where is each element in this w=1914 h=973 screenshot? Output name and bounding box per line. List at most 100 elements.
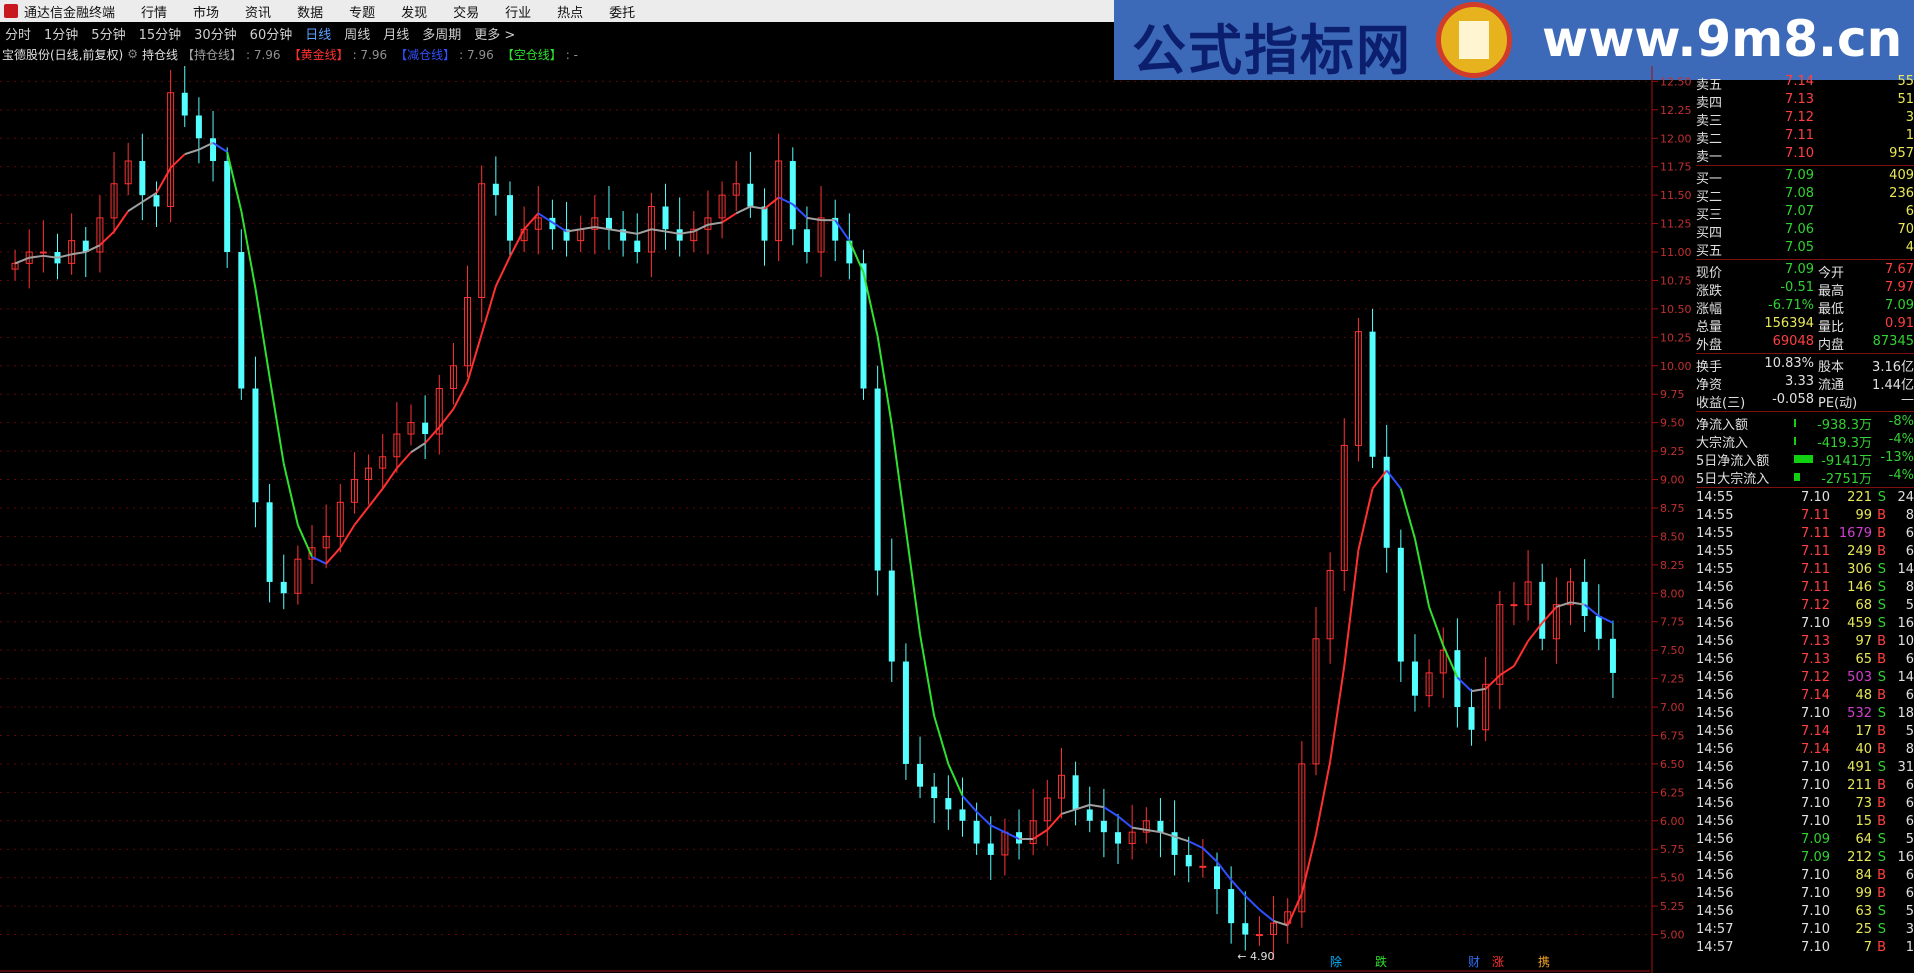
tick-side: B — [1877, 796, 1886, 811]
menu-item-4[interactable]: 专题 — [349, 2, 375, 21]
candle-body — [280, 581, 287, 594]
tick-row[interactable]: 14:56 7.10 532 S 18 — [1696, 706, 1914, 724]
menu-item-0[interactable]: 行情 — [141, 2, 167, 21]
tick-row[interactable]: 14:56 7.10 73 B 6 — [1696, 796, 1914, 814]
tick-count: 18 — [1897, 706, 1914, 721]
tick-row[interactable]: 14:56 7.13 65 B 6 — [1696, 652, 1914, 670]
tick-row[interactable]: 14:56 7.09 64 S 5 — [1696, 832, 1914, 850]
flow-row[interactable]: 大宗流入 -419.3万 -4% — [1696, 432, 1914, 451]
tick-count: 6 — [1905, 796, 1914, 811]
menu-item-5[interactable]: 发现 — [401, 2, 427, 21]
quote-row[interactable]: 总量 156394 量比 0.91 — [1696, 316, 1914, 335]
ask-row[interactable]: 卖四 7.13 51 — [1696, 92, 1914, 111]
bid-row[interactable]: 买二 7.08 236 — [1696, 186, 1914, 205]
tick-row[interactable]: 14:55 7.11 99 B 8 — [1696, 508, 1914, 526]
tick-row[interactable]: 14:56 7.10 15 B 6 — [1696, 814, 1914, 832]
quote-row[interactable]: 外盘 69048 内盘 87345 — [1696, 334, 1914, 353]
ask-row[interactable]: 卖一 7.10 957 — [1696, 146, 1914, 165]
event-marker[interactable]: 携 — [1538, 954, 1550, 969]
menu-item-9[interactable]: 委托 — [609, 2, 635, 21]
menu-item-1[interactable]: 市场 — [193, 2, 219, 21]
ask-row[interactable]: 卖三 7.12 3 — [1696, 110, 1914, 129]
indicator-line-segment — [296, 524, 313, 558]
indicator-line-segment — [113, 210, 130, 233]
tick-row[interactable]: 14:56 7.10 211 B 6 — [1696, 778, 1914, 796]
event-marker[interactable]: 涨 — [1492, 954, 1504, 969]
indicator-line-segment — [1258, 908, 1275, 922]
fundamental-value: — — [1901, 392, 1914, 407]
candle-body — [1115, 832, 1122, 844]
menu-item-8[interactable]: 热点 — [557, 2, 583, 21]
menu-item-2[interactable]: 资讯 — [245, 2, 271, 21]
indicator-line-segment — [480, 285, 497, 335]
tick-row[interactable]: 14:57 7.10 7 B 1 — [1696, 940, 1914, 958]
ask-label: 卖五 — [1696, 78, 1723, 93]
tick-row[interactable]: 14:56 7.11 146 S 8 — [1696, 580, 1914, 598]
event-marker[interactable]: 除 — [1330, 954, 1342, 969]
tick-row[interactable]: 14:55 7.11 306 S 14 — [1696, 562, 1914, 580]
period-tab-9[interactable]: 多周期 — [422, 24, 461, 43]
bid-price: 7.07 — [1785, 204, 1814, 219]
tick-row[interactable]: 14:56 7.10 491 S 31 — [1696, 760, 1914, 778]
flow-row[interactable]: 5日大宗流入 -2751万 -4% — [1696, 468, 1914, 487]
candle-body — [39, 251, 47, 254]
indicator-line-segment — [735, 205, 751, 215]
tick-row[interactable]: 14:56 7.10 99 B 6 — [1696, 886, 1914, 904]
menu-item-7[interactable]: 行业 — [505, 2, 531, 21]
event-marker[interactable]: 跌 — [1375, 954, 1387, 969]
period-tab-2[interactable]: 5分钟 — [91, 24, 125, 43]
period-tab-5[interactable]: 60分钟 — [250, 24, 293, 43]
y-tick-label: 10.50 — [1660, 303, 1692, 316]
tick-row[interactable]: 14:56 7.14 17 B 5 — [1696, 724, 1914, 742]
legend-value: : - — [565, 47, 578, 62]
ask-row[interactable]: 卖五 7.14 55 — [1696, 74, 1914, 93]
fundamental-row[interactable]: 换手 10.83% 股本 3.16亿 — [1696, 356, 1914, 375]
bid-row[interactable]: 买四 7.06 70 — [1696, 222, 1914, 241]
fundamental-row[interactable]: 净资 3.33 流通 1.44亿 — [1696, 374, 1914, 393]
tick-row[interactable]: 14:56 7.10 84 B 6 — [1696, 868, 1914, 886]
tick-row[interactable]: 14:56 7.12 503 S 14 — [1696, 670, 1914, 688]
tick-row[interactable]: 14:56 7.10 63 S 5 — [1696, 904, 1914, 922]
menu-item-6[interactable]: 交易 — [453, 2, 479, 21]
tick-row[interactable]: 14:55 7.11 249 B 6 — [1696, 544, 1914, 562]
period-tab-3[interactable]: 15分钟 — [139, 24, 182, 43]
event-marker[interactable]: 财 — [1468, 955, 1480, 969]
period-tab-0[interactable]: 分时 — [5, 24, 31, 43]
kline-chart[interactable]: 12.50 12.25 12.00 11.75 11.50 11.25 11.00 10.75… — [0, 66, 1696, 973]
bid-row[interactable]: 买一 7.09 409 — [1696, 168, 1914, 187]
settings-icon[interactable]: ⚙ — [127, 47, 138, 61]
period-tab-8[interactable]: 月线 — [383, 24, 409, 43]
indicator-line-segment — [282, 463, 299, 526]
tick-row[interactable]: 14:56 7.12 68 S 5 — [1696, 598, 1914, 616]
tick-row[interactable]: 14:56 7.09 212 S 16 — [1696, 850, 1914, 868]
menu-item-3[interactable]: 数据 — [297, 2, 323, 21]
tick-row[interactable]: 14:56 7.14 48 B 6 — [1696, 688, 1914, 706]
period-tab-4[interactable]: 30分钟 — [194, 24, 237, 43]
tick-row[interactable]: 14:55 7.10 221 S 24 — [1696, 490, 1914, 508]
stock-name[interactable]: 宝德股份(日线,前复权) — [2, 46, 123, 63]
indicator-name[interactable]: 持仓线 — [142, 46, 178, 63]
quote-row[interactable]: 涨幅 -6.71% 最低 7.09 — [1696, 298, 1914, 317]
bid-row[interactable]: 买三 7.07 6 — [1696, 204, 1914, 223]
indicator-line-segment — [1471, 687, 1486, 693]
bid-row[interactable]: 买五 7.05 4 — [1696, 240, 1914, 259]
tick-row[interactable]: 14:56 7.14 40 B 8 — [1696, 742, 1914, 760]
fundamental-row[interactable]: 收益(三) -0.058 PE(动) — — [1696, 392, 1914, 411]
quote-row[interactable]: 涨跌 -0.51 最高 7.97 — [1696, 280, 1914, 299]
period-tab-6[interactable]: 日线 — [305, 24, 331, 43]
y-tick-label: 9.25 — [1660, 445, 1685, 458]
flow-row[interactable]: 5日净流入额 -9141万 -13% — [1696, 450, 1914, 469]
tick-time: 14:56 — [1696, 688, 1734, 703]
candle-body — [422, 422, 429, 435]
tick-row[interactable]: 14:55 7.11 1679 B 6 — [1696, 526, 1914, 544]
flow-row[interactable]: 净流入额 -938.3万 -8% — [1696, 414, 1914, 433]
tick-row[interactable]: 14:57 7.10 25 S 3 — [1696, 922, 1914, 940]
ask-row[interactable]: 卖二 7.11 1 — [1696, 128, 1914, 147]
tick-row[interactable]: 14:56 7.13 97 B 10 — [1696, 634, 1914, 652]
legend-value: : 7.96 — [245, 47, 281, 62]
period-tab-1[interactable]: 1分钟 — [44, 24, 78, 43]
period-tab-10[interactable]: 更多 > — [474, 24, 515, 43]
quote-row[interactable]: 现价 7.09 今开 7.67 — [1696, 262, 1914, 281]
tick-row[interactable]: 14:56 7.10 459 S 16 — [1696, 616, 1914, 634]
period-tab-7[interactable]: 周线 — [344, 24, 370, 43]
